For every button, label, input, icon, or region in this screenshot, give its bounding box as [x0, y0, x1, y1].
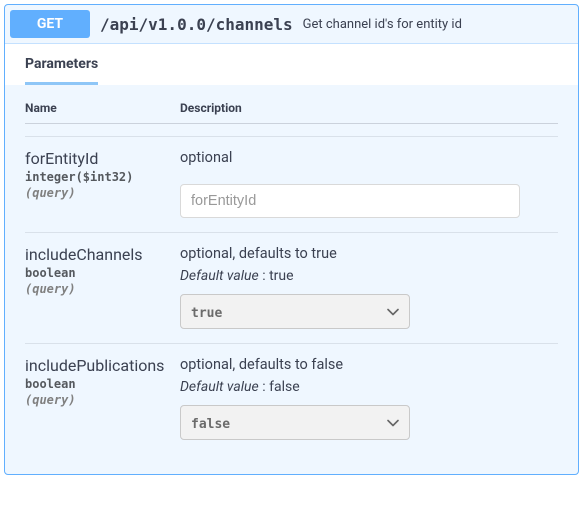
- table-row: includePublications boolean (query) opti…: [25, 343, 558, 454]
- table-header-row: Name Description: [25, 101, 558, 124]
- chevron-down-icon: [387, 419, 399, 427]
- param-default: Default value : true: [180, 268, 558, 284]
- param-in: (query): [25, 282, 180, 296]
- section-header: Parameters: [5, 44, 578, 85]
- parameters-table: Name Description forEntityId integer($in…: [5, 85, 578, 474]
- param-name: includeChannels: [25, 245, 180, 264]
- param-name: includePublications: [25, 356, 180, 375]
- table-row: forEntityId integer($int32) (query) opti…: [25, 136, 558, 232]
- select-value: false: [191, 417, 230, 432]
- param-description: optional, defaults to false: [180, 356, 558, 373]
- select-value: true: [191, 306, 222, 321]
- param-type: boolean: [25, 377, 180, 391]
- param-input-forentityid[interactable]: [180, 184, 520, 218]
- operation-summary[interactable]: GET /api/v1.0.0/channels Get channel id'…: [5, 5, 578, 44]
- http-method-badge: GET: [10, 10, 90, 38]
- endpoint-description: Get channel id's for entity id: [303, 17, 462, 32]
- param-default: Default value : false: [180, 379, 558, 395]
- col-header-name: Name: [25, 101, 180, 115]
- param-name: forEntityId: [25, 149, 180, 168]
- param-in: (query): [25, 186, 180, 200]
- param-description: optional: [180, 149, 558, 166]
- param-in: (query): [25, 393, 180, 407]
- table-row: includeChannels boolean (query) optional…: [25, 232, 558, 343]
- param-type: integer($int32): [25, 170, 180, 184]
- operation-block: GET /api/v1.0.0/channels Get channel id'…: [4, 4, 579, 475]
- tab-parameters[interactable]: Parameters: [25, 44, 98, 85]
- col-header-description: Description: [180, 101, 558, 115]
- param-select-includepublications[interactable]: false: [180, 405, 410, 440]
- chevron-down-icon: [387, 308, 399, 316]
- param-select-includechannels[interactable]: true: [180, 294, 410, 329]
- param-description: optional, defaults to true: [180, 245, 558, 262]
- endpoint-path: /api/v1.0.0/channels: [100, 15, 293, 34]
- param-type: boolean: [25, 266, 180, 280]
